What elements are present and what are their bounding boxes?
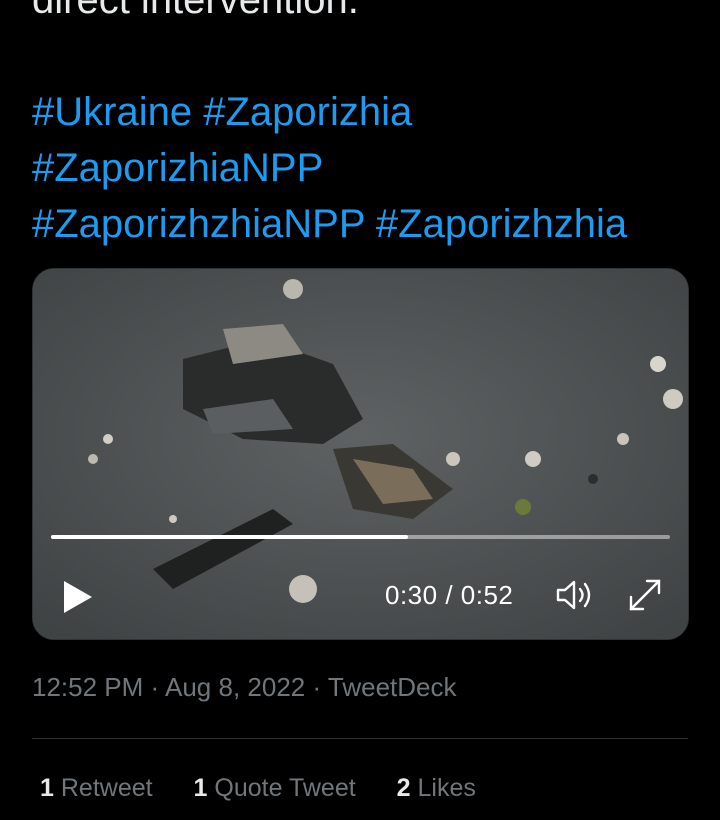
quote-tweets-stat[interactable]: 1 Quote Tweet xyxy=(194,774,356,803)
volume-icon[interactable] xyxy=(555,577,597,613)
hashtag-link[interactable]: #ZaporizhzhiaNPP xyxy=(32,202,365,246)
retweets-label: Retweet xyxy=(60,774,153,802)
tweet-date[interactable]: Aug 8, 2022 xyxy=(165,672,305,702)
tweet-text-line: direct intervention. xyxy=(32,0,359,22)
retweets-count: 1 xyxy=(40,774,54,802)
video-player[interactable]: 0:30 / 0:52 xyxy=(32,268,689,640)
tweet-text: direct intervention. #Ukraine #Zaporizhi… xyxy=(32,0,702,252)
tweet-time[interactable]: 12:52 PM xyxy=(32,672,143,702)
tweet-stats: 1 Retweet 1 Quote Tweet 2 Likes xyxy=(40,774,510,803)
hashtag-link[interactable]: #Zaporizhia xyxy=(203,90,412,134)
meta-separator: · xyxy=(312,672,322,702)
retweets-stat[interactable]: 1 Retweet xyxy=(40,774,153,803)
video-progress-fill xyxy=(51,535,409,539)
likes-stat[interactable]: 2 Likes xyxy=(397,774,476,803)
hashtag-line: #Ukraine #Zaporizhia xyxy=(32,84,702,140)
hashtag-block: #Ukraine #Zaporizhia #ZaporizhiaNPP #Zap… xyxy=(32,84,702,252)
quote-tweets-label: Quote Tweet xyxy=(214,774,356,802)
quote-tweets-count: 1 xyxy=(193,774,208,802)
hashtag-line: #ZaporizhiaNPP xyxy=(32,140,702,196)
likes-count: 2 xyxy=(396,774,411,802)
hashtag-link[interactable]: #Ukraine xyxy=(32,90,192,134)
tweet-source[interactable]: TweetDeck xyxy=(328,672,457,702)
hashtag-link[interactable]: #ZaporizhiaNPP xyxy=(32,146,323,190)
tweet-meta: 12:52 PM · Aug 8, 2022 · TweetDeck xyxy=(32,672,457,703)
divider xyxy=(32,738,688,739)
video-timecode: 0:30 / 0:52 xyxy=(385,580,514,610)
fullscreen-icon[interactable] xyxy=(625,575,665,615)
hashtag-link[interactable]: #Zaporizhzhia xyxy=(376,202,627,246)
likes-label: Likes xyxy=(417,774,476,802)
meta-separator: · xyxy=(150,672,160,702)
play-icon[interactable] xyxy=(61,579,95,615)
hashtag-line: #ZaporizhzhiaNPP #Zaporizhzhia xyxy=(32,196,702,252)
video-progress-bar[interactable] xyxy=(51,535,670,539)
